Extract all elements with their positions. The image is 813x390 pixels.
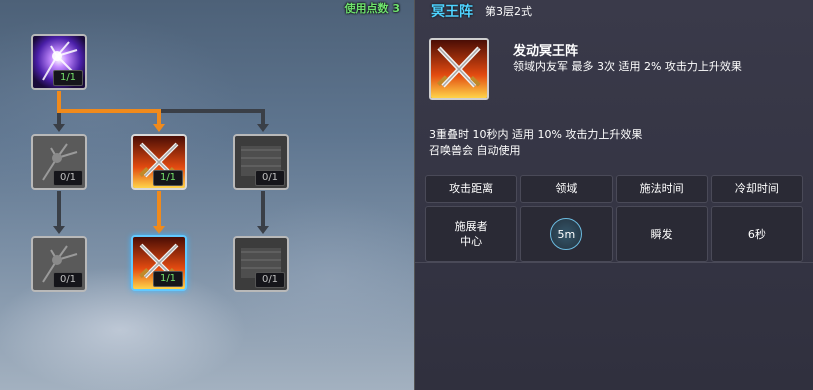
info-value-row: 施展者 中心 5m 瞬发 6秒 (425, 206, 803, 262)
used-points-label: 使用点数 3 (344, 2, 400, 15)
skill-level-r3-right: 0/1 (255, 272, 285, 288)
connector-mid-down (157, 191, 161, 227)
skill-detail-icon (429, 38, 489, 100)
header-cooldown: 冷却时间 (710, 175, 803, 203)
skill-detail-panel: 冥王阵 第3层2式 发动冥王阵 领域内友军 最多 3次 适用 2% 攻击力上升效… (414, 0, 813, 390)
crossed-swords-icon (431, 40, 487, 98)
skill-slot-r3-right[interactable]: 0/1 (233, 236, 289, 292)
skill-stage: 第3层2式 (485, 5, 532, 18)
value-cooldown: 6秒 (710, 206, 803, 262)
connector-to-right (261, 109, 265, 125)
connector-left-down (57, 191, 61, 227)
skill-info-table: 攻击距离 领域 施法时间 冷却时间 施展者 中心 5m 瞬发 6秒 (425, 175, 803, 262)
value-domain: 5m (520, 206, 613, 262)
skill-slot-r2-mid[interactable]: 1/1 (131, 134, 187, 190)
skill-level-r3-left: 0/1 (53, 272, 83, 288)
skill-level-r2-mid: 1/1 (153, 170, 183, 186)
header-cast-time: 施法时间 (615, 175, 708, 203)
value-distance-line-2: 中心 (460, 235, 483, 248)
effect-title: 发动冥王阵 (513, 44, 579, 59)
arrow-to-right (257, 124, 269, 132)
connector-top-horizontal (57, 109, 161, 113)
panel-divider (415, 262, 813, 263)
skill-slot-top[interactable]: 1/1 (31, 34, 87, 90)
effect-description: 领域内友军 最多 3次 适用 2% 攻击力上升效果 (513, 60, 742, 73)
skill-slot-r3-mid[interactable]: 1/1 (131, 235, 187, 291)
value-distance-line-1: 施展者 (454, 220, 488, 233)
arrow-mid-down (153, 226, 165, 234)
skill-slot-r3-left[interactable]: 0/1 (31, 236, 87, 292)
arrow-to-mid (153, 124, 165, 132)
skill-slot-r2-right[interactable]: 0/1 (233, 134, 289, 190)
skill-level-r3-mid: 1/1 (153, 271, 183, 287)
effect-sub-line-1: 3重叠时 10秒内 适用 10% 攻击力上升效果 (429, 128, 643, 141)
value-attack-distance: 施展者 中心 (425, 206, 518, 262)
effect-sub-line-2: 召唤兽会 自动使用 (429, 144, 521, 157)
domain-range-badge: 5m (550, 218, 583, 250)
skill-level-top: 1/1 (53, 70, 83, 86)
skill-tree-panel: 使用点数 3 1/1 0/1 1/1 0/1 0/1 1/1 0/1 (0, 0, 414, 390)
header-domain: 领域 (520, 175, 613, 203)
arrow-left-down (53, 226, 65, 234)
info-header-row: 攻击距离 领域 施法时间 冷却时间 (425, 175, 803, 203)
skill-level-r2-left: 0/1 (53, 170, 83, 186)
connector-right-horizontal (161, 109, 265, 113)
skill-level-r2-right: 0/1 (255, 170, 285, 186)
skill-name: 冥王阵 (431, 4, 473, 20)
value-cast-time: 瞬发 (615, 206, 708, 262)
connector-right-down (261, 191, 265, 227)
arrow-to-left (53, 124, 65, 132)
arrow-right-down (257, 226, 269, 234)
header-attack-distance: 攻击距离 (425, 175, 518, 203)
skill-slot-r2-left[interactable]: 0/1 (31, 134, 87, 190)
